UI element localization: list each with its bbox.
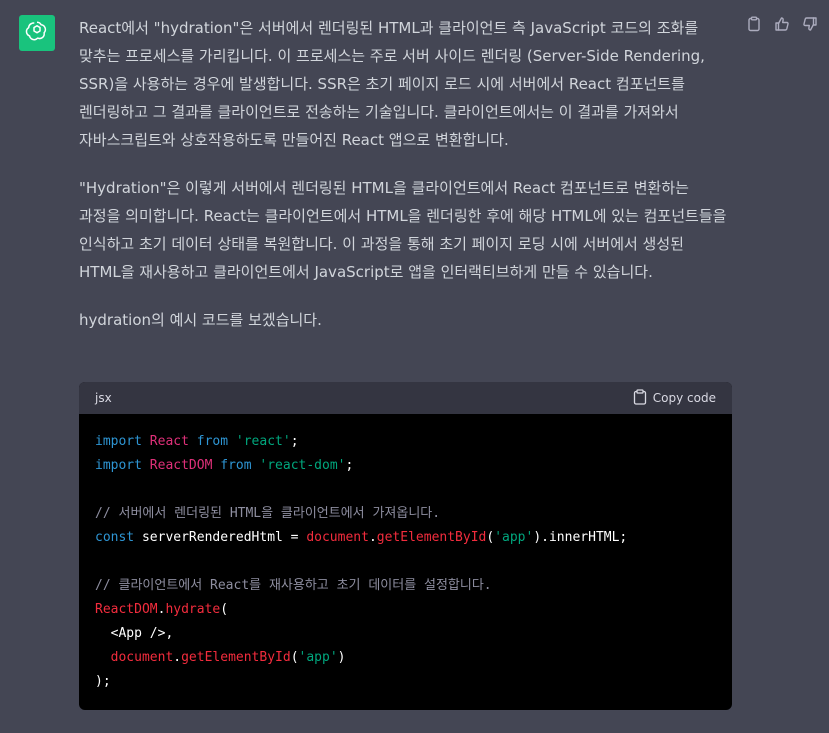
message-paragraph: React에서 "hydration"은 서버에서 렌더링된 HTML과 클라이…	[79, 19, 705, 149]
thumbs-up-icon	[774, 16, 790, 36]
code-token: ReactDOM	[95, 602, 158, 617]
code-token: from	[196, 434, 229, 449]
code-token: const	[95, 530, 135, 545]
code-content: import React from 'react'; import ReactDO…	[79, 414, 732, 710]
code-token: React	[149, 434, 189, 449]
copy-code-button[interactable]: Copy code	[633, 388, 716, 408]
assistant-message-row: React에서 "hydration"은 서버에서 렌더링된 HTML과 클라이…	[0, 0, 829, 733]
code-token: );	[95, 674, 111, 689]
code-token: 'app'	[298, 650, 338, 665]
clipboard-icon	[746, 16, 762, 36]
code-line: import ReactDOM from 'react-dom';	[95, 454, 716, 478]
code-token: ;	[345, 458, 354, 473]
code-token: document	[306, 530, 369, 545]
thumbs-down-icon	[802, 16, 818, 36]
code-line: import React from 'react';	[95, 430, 716, 454]
code-token: .	[173, 650, 182, 665]
code-token: ).innerHTML;	[533, 530, 628, 545]
code-token: getElementById	[181, 650, 291, 665]
copy-code-label: Copy code	[652, 391, 716, 405]
code-comment: // 클라이언트에서 React를 재사용하고 초기 데이터를 설정합니다.	[95, 578, 492, 593]
code-line: // 서버에서 렌더링된 HTML을 클라이언트에서 가져옵니다.	[95, 502, 716, 526]
copy-message-button[interactable]	[744, 16, 764, 36]
code-line: );	[95, 670, 716, 694]
code-token: hydrate	[165, 602, 221, 617]
code-line: document.getElementById('app')	[95, 646, 716, 670]
openai-logo-icon	[25, 19, 49, 47]
code-comment: // 서버에서 렌더링된 HTML을 클라이언트에서 가져옵니다.	[95, 506, 441, 521]
message-paragraph: "Hydration"은 이렇게 서버에서 렌더링된 HTML을 클라이언트에서…	[79, 179, 727, 281]
message-actions	[744, 16, 820, 36]
code-line: ReactDOM.hydrate(	[95, 598, 716, 622]
code-token: (	[290, 650, 299, 665]
code-token: import	[95, 458, 142, 473]
code-token: 'react'	[235, 434, 291, 449]
code-token: <App />,	[95, 626, 174, 641]
code-token: 'react-dom'	[259, 458, 346, 473]
code-token: serverRenderedHtml =	[134, 530, 307, 545]
code-token: document	[110, 650, 174, 665]
clipboard-icon	[633, 388, 647, 408]
thumbs-up-button[interactable]	[772, 16, 792, 36]
code-block-header: jsx Copy code	[79, 382, 732, 414]
code-token: import	[95, 434, 142, 449]
code-token: )	[337, 650, 346, 665]
assistant-avatar	[19, 15, 55, 51]
code-token: ReactDOM	[149, 458, 213, 473]
code-line: // 클라이언트에서 React를 재사용하고 초기 데이터를 설정합니다.	[95, 574, 716, 598]
code-line: const serverRenderedHtml = document.getE…	[95, 526, 716, 550]
code-language-label: jsx	[95, 391, 112, 405]
code-token: .	[368, 530, 377, 545]
code-token: (	[220, 602, 229, 617]
code-token: (	[486, 530, 495, 545]
code-block: jsx Copy code import React from 'react';…	[79, 382, 732, 710]
code-token: 'app'	[494, 530, 534, 545]
code-token: ;	[290, 434, 299, 449]
thumbs-down-button[interactable]	[800, 16, 820, 36]
code-line: <App />,	[95, 622, 716, 646]
code-token: getElementById	[376, 530, 487, 545]
assistant-message-text: React에서 "hydration"은 서버에서 렌더링된 HTML과 클라이…	[79, 14, 734, 352]
code-token: from	[220, 458, 252, 473]
message-paragraph: hydration의 예시 코드를 보겠습니다.	[79, 311, 322, 329]
